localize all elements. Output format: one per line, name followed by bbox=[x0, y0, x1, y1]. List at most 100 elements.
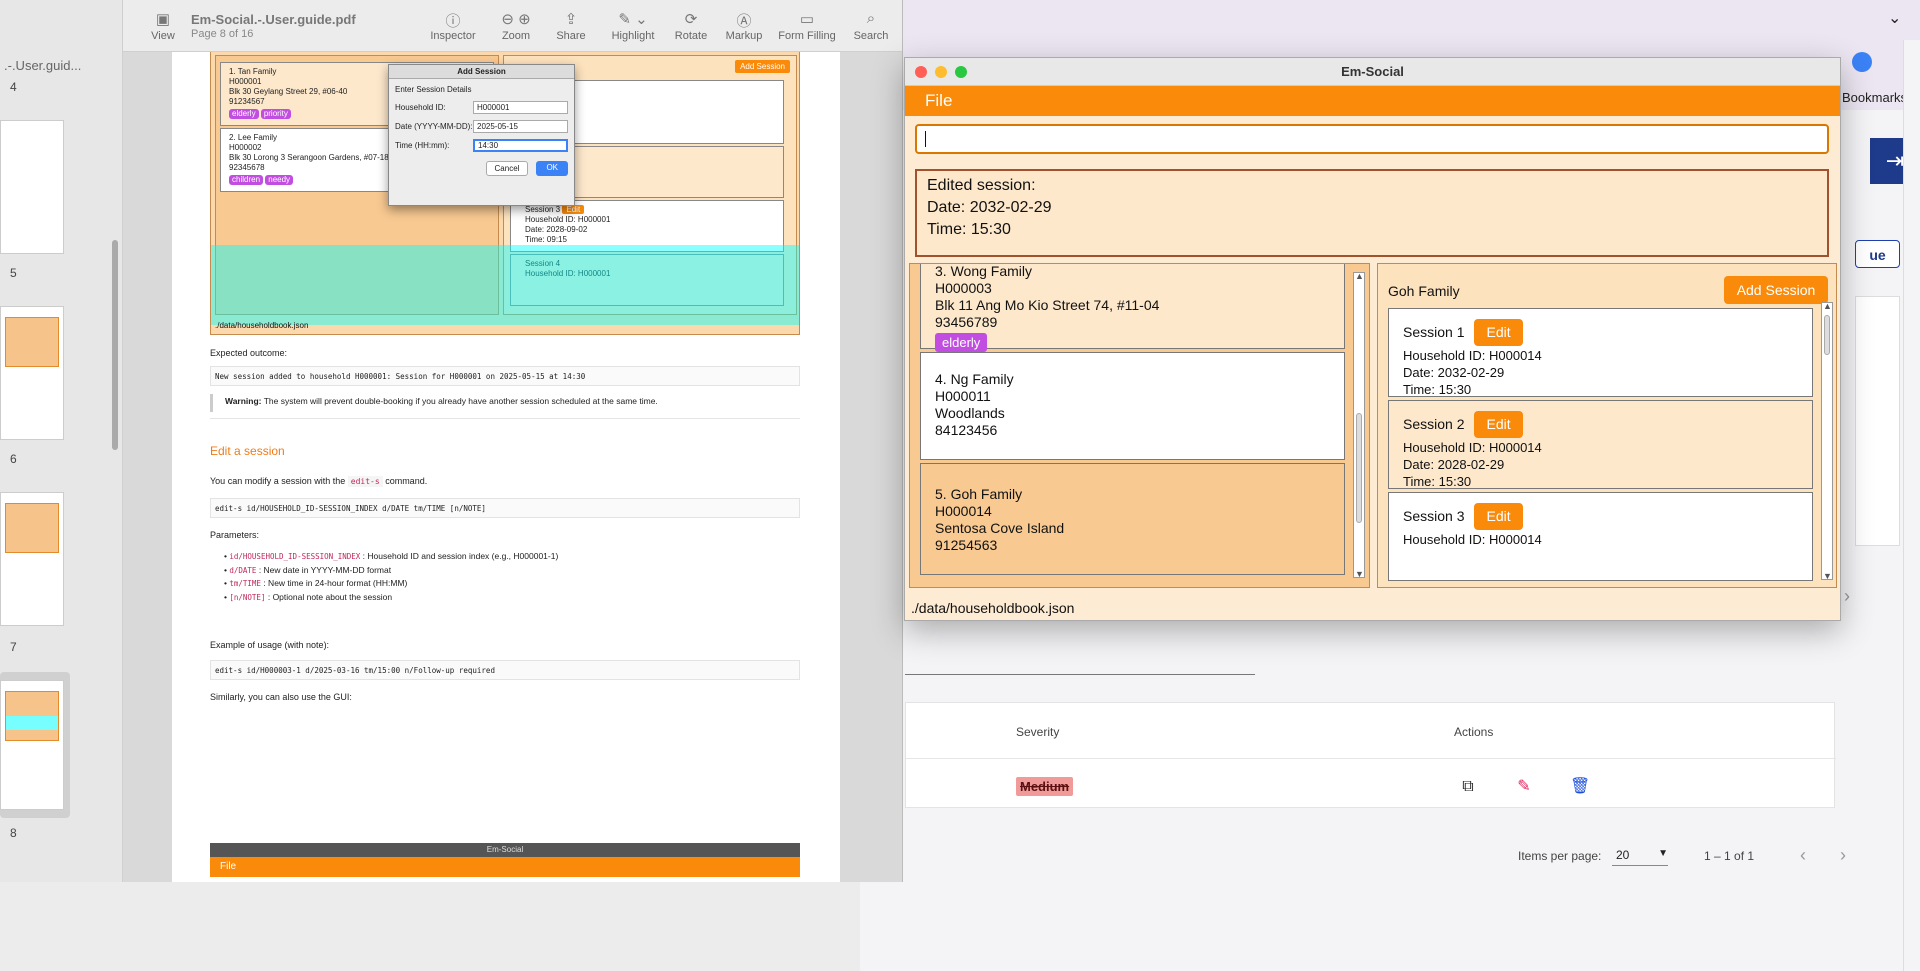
rotate-label: Rotate bbox=[674, 30, 708, 42]
zoom-button[interactable]: ⊖ ⊕ Zoom bbox=[491, 10, 541, 42]
chevron-down-icon[interactable]: ⌄ bbox=[1888, 8, 1901, 28]
share-label: Share bbox=[556, 30, 586, 42]
shot-add-session: Add Session bbox=[735, 60, 790, 73]
highlight-button[interactable]: ✎ ⌄ Highlight bbox=[605, 10, 661, 42]
parameters-label: Parameters: bbox=[210, 530, 260, 540]
thumbnail-page-8[interactable] bbox=[0, 680, 64, 810]
chevron-right-icon[interactable]: › bbox=[1844, 586, 1850, 607]
shot-ok: OK bbox=[536, 161, 568, 176]
household-scrollbar[interactable]: ▲ ▼ bbox=[1353, 271, 1365, 579]
markup-button[interactable]: Ⓐ Markup bbox=[719, 10, 769, 42]
pdf-page: Em-Social File bbox=[172, 813, 840, 882]
view-button[interactable]: ▣ View bbox=[143, 10, 183, 42]
browser-scrollbar[interactable] bbox=[1903, 40, 1920, 971]
household-address: Sentosa Cove Island bbox=[935, 520, 1065, 536]
previous-page-icon[interactable]: ‹ bbox=[1800, 845, 1806, 866]
param-code: tm/TIME bbox=[229, 579, 261, 588]
text-cursor bbox=[925, 131, 926, 147]
household-list[interactable]: 3. Wong Family H000003 Blk 11 Ang Mo Kio… bbox=[910, 264, 1355, 587]
items-per-page-select[interactable]: 20 ▼ bbox=[1612, 846, 1668, 866]
thumbnail-number: 7 bbox=[10, 640, 17, 654]
param-text: : New date in YYYY-MM-DD format bbox=[258, 564, 392, 575]
divider bbox=[210, 418, 800, 419]
param-text: : Optional note about the session bbox=[267, 591, 393, 602]
session-date: Date: 2032-02-29 bbox=[1403, 365, 1505, 380]
sidebar-scrollbar[interactable] bbox=[112, 240, 118, 450]
thumbnail-page-4[interactable] bbox=[0, 120, 64, 254]
session-scrollbar[interactable]: ▲ ▼ bbox=[1821, 301, 1833, 581]
shot-tag: children bbox=[229, 175, 264, 185]
profile-globe-icon[interactable] bbox=[1852, 52, 1872, 72]
preview-window: .-.User.guid... 4 5 6 7 8 ▣ View Em-Socia… bbox=[0, 0, 903, 882]
markup-label: Markup bbox=[725, 30, 763, 42]
session-list[interactable]: Session 1 Edit Household ID: H000014 Date… bbox=[1378, 308, 1823, 583]
household-id: H000003 bbox=[935, 280, 992, 296]
syntax-code-block: edit-s id/HOUSEHOLD_ID-SESSION_INDEX d/D… bbox=[210, 498, 800, 518]
highlight-label: Highlight bbox=[611, 30, 655, 42]
app-titlebar[interactable]: Em-Social bbox=[905, 58, 1840, 86]
thumbnail-page-6[interactable] bbox=[0, 306, 64, 440]
command-input[interactable] bbox=[915, 124, 1829, 154]
edit-button[interactable]: Edit bbox=[1474, 502, 1523, 530]
intro-paragraph: You can modify a session with the edit-s… bbox=[210, 476, 427, 487]
household-phone: 93456789 bbox=[935, 314, 998, 330]
search-button[interactable]: ⌕ Search bbox=[849, 10, 893, 42]
menu-file[interactable]: File bbox=[925, 91, 952, 111]
warning-label: Warning: bbox=[225, 396, 262, 406]
add-session-button[interactable]: Add Session bbox=[1724, 276, 1828, 304]
em-social-window: Em-Social File Edited session: Date: 203… bbox=[904, 57, 1841, 621]
shot-field-value: 14:30 bbox=[473, 139, 568, 152]
edit-pencil-icon[interactable]: ✎ bbox=[1514, 777, 1534, 797]
form-filling-button[interactable]: ▭ Form Filling bbox=[774, 10, 840, 42]
next-page-icon[interactable]: › bbox=[1840, 845, 1846, 866]
shot-field-value: H000001 bbox=[473, 101, 568, 114]
search-label: Search bbox=[853, 30, 889, 42]
shot-field-label: Date (YYYY-MM-DD): bbox=[395, 122, 473, 131]
scroll-thumb[interactable] bbox=[1356, 413, 1362, 523]
session-card[interactable]: Session 2 Edit Household ID: H000014 Date… bbox=[1388, 400, 1813, 489]
pdf-page: 1. Tan Family H000001 Blk 30 Geylang Str… bbox=[172, 52, 840, 855]
delete-icon[interactable]: 🗑 bbox=[1570, 777, 1590, 797]
thumbnail-page-7[interactable] bbox=[0, 492, 64, 626]
example-code-block: edit-s id/H000003-1 d/2025-03-16 tm/15:0… bbox=[210, 660, 800, 680]
share-button[interactable]: ⇪ Share bbox=[551, 10, 591, 42]
intro-text: You can modify a session with the bbox=[210, 476, 346, 486]
incidents-table: Severity Actions Medium ⧉ ✎ 🗑 bbox=[905, 702, 1836, 808]
thumbnail-number: 4 bbox=[10, 80, 17, 94]
table-header: Severity Actions bbox=[906, 703, 1836, 759]
highlight-icon: ✎ ⌄ bbox=[618, 11, 648, 28]
edit-button[interactable]: Edit bbox=[1474, 318, 1523, 346]
scroll-up-icon[interactable]: ▲ bbox=[1823, 301, 1832, 311]
session-card[interactable]: Session 3 Edit Household ID: H000014 bbox=[1388, 492, 1813, 581]
household-card[interactable]: 4. Ng Family H000011 Woodlands 84123456 bbox=[920, 352, 1345, 460]
session-card[interactable]: Session 1 Edit Household ID: H000014 Date… bbox=[1388, 308, 1813, 397]
column-severity[interactable]: Severity bbox=[1016, 725, 1059, 739]
document-area[interactable]: 1. Tan Family H000001 Blk 30 Geylang Str… bbox=[123, 52, 888, 882]
result-display: Edited session: Date: 2032-02-29 Time: 1… bbox=[915, 169, 1829, 257]
rotate-button[interactable]: ⟳ Rotate bbox=[669, 10, 713, 42]
info-icon: ⓘ bbox=[445, 13, 461, 30]
household-phone: 84123456 bbox=[935, 422, 998, 438]
dropdown-caret-icon: ▼ bbox=[1658, 848, 1668, 859]
bookmarks-label[interactable]: Bookmarks bbox=[1842, 90, 1907, 105]
share-icon: ⇪ bbox=[564, 11, 578, 28]
column-actions: Actions bbox=[1454, 725, 1494, 739]
shot-menu-file: File bbox=[210, 857, 800, 877]
session-panel: Goh Family Add Session Session 1 Edit Hou… bbox=[1377, 263, 1837, 588]
open-external-icon[interactable]: ⧉ bbox=[1458, 777, 1478, 797]
result-line: Date: 2032-02-29 bbox=[927, 199, 1052, 216]
scroll-down-icon[interactable]: ▼ bbox=[1355, 569, 1364, 579]
scroll-thumb[interactable] bbox=[1824, 315, 1830, 355]
document-title: Em-Social.-.User.guide.pdf bbox=[191, 12, 356, 27]
shot-status: ./data/householdbook.json bbox=[215, 321, 309, 330]
household-card-selected[interactable]: 5. Goh Family H000014 Sentosa Cove Islan… bbox=[920, 463, 1345, 575]
scroll-up-icon[interactable]: ▲ bbox=[1355, 271, 1364, 281]
session-household-id: Household ID: H000014 bbox=[1403, 532, 1542, 547]
inspector-button[interactable]: ⓘ Inspector bbox=[426, 10, 480, 42]
household-card[interactable]: 3. Wong Family H000003 Blk 11 Ang Mo Kio… bbox=[920, 264, 1345, 352]
selected-household-name: Goh Family bbox=[1388, 283, 1460, 299]
edit-button[interactable]: Edit bbox=[1474, 410, 1523, 438]
scroll-down-icon[interactable]: ▼ bbox=[1823, 571, 1832, 581]
shot-text: Session 3 bbox=[525, 205, 561, 214]
browser-action-button[interactable]: ue bbox=[1855, 240, 1900, 268]
